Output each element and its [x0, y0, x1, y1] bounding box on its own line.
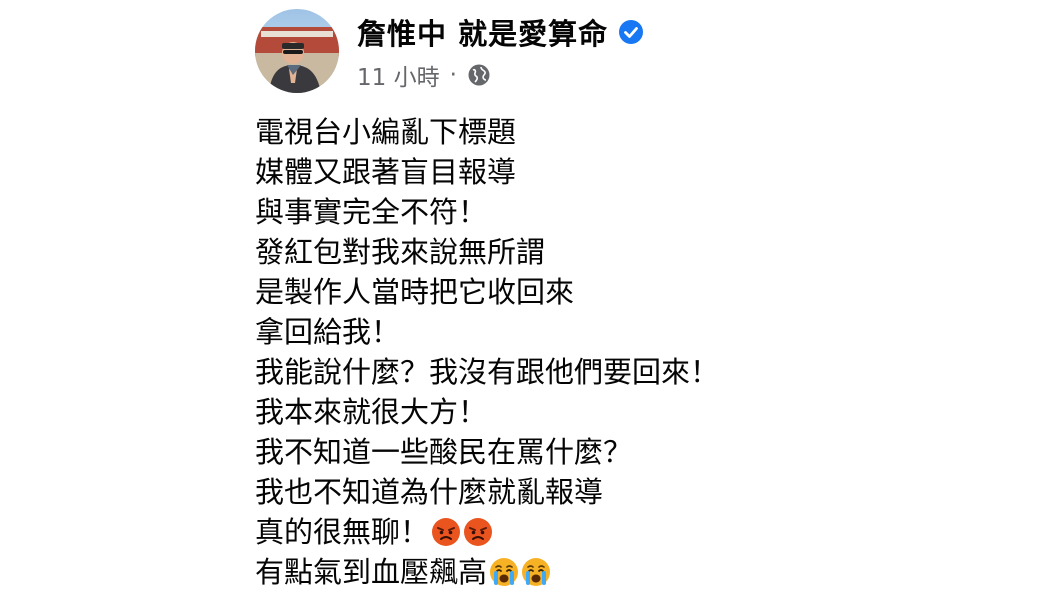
author-row: 詹惟中 就是愛算命: [357, 10, 644, 54]
separator-dot: ·: [449, 62, 457, 88]
post-line: 真的很無聊！: [255, 512, 815, 552]
post-line-text: 與事實完全不符！: [255, 195, 488, 229]
post-line: 是製作人當時把它收回來: [255, 272, 815, 312]
post-body: 電視台小編亂下標題 媒體又跟著盲目報導 與事實完全不符！ 發紅包對我來說無所謂 …: [255, 112, 815, 592]
post-line: 發紅包對我來說無所謂: [255, 232, 815, 272]
crying-face-icon: [490, 558, 519, 586]
post-line: 我不知道一些酸民在罵什麼？: [255, 432, 815, 472]
post-line-text: 我不知道一些酸民在罵什麼？: [255, 435, 633, 469]
post-line: 我也不知道為什麼就亂報導: [255, 472, 815, 512]
post-subline: 11 小時 ·: [357, 58, 644, 92]
post-line: 與事實完全不符！: [255, 192, 815, 232]
post-header: 詹惟中 就是愛算命 11 小時 ·: [255, 8, 815, 94]
post-line: 我本來就很大方！: [255, 392, 815, 432]
angry-face-icon: [464, 518, 493, 546]
post-line-text: 媒體又跟著盲目報導: [255, 155, 517, 189]
post-line: 拿回給我！: [255, 312, 815, 352]
post-line: 有點氣到血壓飆高: [255, 552, 815, 592]
globe-icon[interactable]: [467, 63, 491, 87]
verified-badge-icon: [618, 19, 644, 45]
post-meta: 詹惟中 就是愛算命 11 小時 ·: [357, 10, 644, 92]
author-avatar[interactable]: [255, 9, 339, 93]
facebook-post: 詹惟中 就是愛算命 11 小時 · 電視台小編亂下標題 媒體又跟著盲目報導 與事…: [255, 8, 815, 592]
post-line-text: 發紅包對我來說無所謂: [255, 235, 546, 269]
avatar-photo: [255, 9, 339, 93]
post-line-text: 我也不知道為什麼就亂報導: [255, 475, 604, 509]
post-line-text: 電視台小編亂下標題: [255, 115, 517, 149]
crying-face-icon: [522, 558, 551, 586]
post-line-text: 我能說什麼？我沒有跟他們要回來！: [255, 355, 720, 389]
post-line-text: 真的很無聊！: [255, 515, 430, 549]
post-line-text: 我本來就很大方！: [255, 395, 488, 429]
author-name[interactable]: 詹惟中 就是愛算命: [357, 11, 608, 53]
post-line: 電視台小編亂下標題: [255, 112, 815, 152]
post-line-text: 是製作人當時把它收回來: [255, 275, 575, 309]
post-timestamp[interactable]: 11 小時: [357, 58, 440, 92]
post-line-text: 有點氣到血壓飆高: [255, 555, 488, 589]
post-line-text: 拿回給我！: [255, 315, 401, 349]
post-line: 媒體又跟著盲目報導: [255, 152, 815, 192]
angry-face-icon: [432, 518, 461, 546]
post-line: 我能說什麼？我沒有跟他們要回來！: [255, 352, 815, 392]
